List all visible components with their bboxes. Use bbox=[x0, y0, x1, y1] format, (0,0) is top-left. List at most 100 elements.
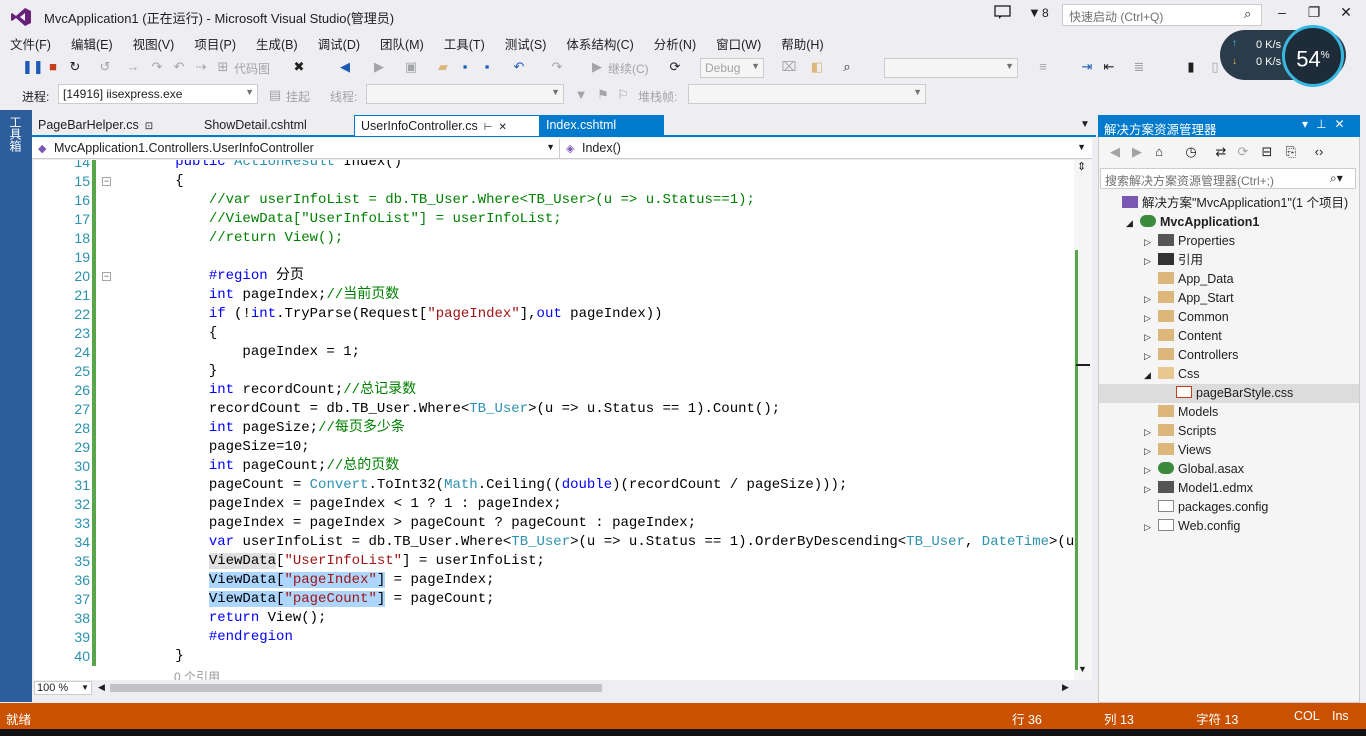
code-line[interactable]: 14 public ActionResult Index() bbox=[34, 160, 1074, 172]
collapse-region-icon[interactable]: − bbox=[102, 177, 111, 186]
tree-item[interactable]: App_Data bbox=[1144, 270, 1234, 289]
memory-usage-gauge[interactable]: 54% bbox=[1282, 25, 1344, 87]
step-out-icon[interactable]: ↶ bbox=[170, 58, 188, 76]
close-button[interactable]: ✕ bbox=[1334, 4, 1358, 24]
tree-item[interactable]: ◢ MvcApplication1 bbox=[1126, 213, 1259, 232]
hot-reload-icon[interactable]: ↺ bbox=[96, 58, 114, 76]
find-icon[interactable]: ⌕ bbox=[838, 58, 856, 76]
stop-icon[interactable]: ■ bbox=[44, 58, 62, 76]
scroll-left-icon[interactable]: ◀ bbox=[98, 682, 105, 693]
menu-analyze[interactable]: 分析(N) bbox=[644, 32, 706, 52]
step-into-icon[interactable]: → bbox=[124, 58, 142, 76]
code-map-icon[interactable]: ⊞ bbox=[214, 58, 232, 76]
continue-icon[interactable]: ▶ bbox=[588, 58, 606, 76]
code-line[interactable]: 17 //ViewData["UserInfoList"] = userInfo… bbox=[34, 210, 1074, 229]
tab-showdetail[interactable]: ShowDetail.cshtml bbox=[198, 115, 348, 136]
collapse-region-icon[interactable]: − bbox=[102, 272, 111, 281]
tree-item[interactable]: ▷ Properties bbox=[1144, 232, 1235, 251]
open-file-icon[interactable]: ▰ bbox=[434, 58, 452, 76]
horizontal-scroll-thumb[interactable] bbox=[110, 684, 602, 692]
search-icon[interactable]: ⌕ bbox=[1244, 6, 1251, 22]
tree-item[interactable]: ▷ Scripts bbox=[1144, 422, 1216, 441]
stack-frame-select[interactable]: ▼ bbox=[688, 84, 926, 104]
code-line[interactable]: 24 pageIndex = 1; bbox=[34, 343, 1074, 362]
uncomment-icon[interactable]: ≣ bbox=[1130, 58, 1148, 76]
code-line[interactable]: 25 } bbox=[34, 362, 1074, 381]
code-line[interactable]: 22 if (!int.TryParse(Request["pageIndex"… bbox=[34, 305, 1074, 324]
flag-threads-icon[interactable]: ⚑ bbox=[594, 86, 612, 104]
navigate-back-icon[interactable]: ◀ bbox=[336, 58, 354, 76]
collapse-all-icon[interactable]: ⊟ bbox=[1258, 143, 1276, 161]
close-icon[interactable]: ✕ bbox=[498, 122, 506, 133]
feedback-flag-icon[interactable]: ▼ bbox=[1028, 5, 1041, 20]
code-line[interactable]: 40 } bbox=[34, 647, 1074, 666]
save-icon[interactable]: ▪ bbox=[456, 58, 474, 76]
scroll-right-icon[interactable]: ▶ bbox=[1062, 682, 1069, 693]
tree-item[interactable]: Models bbox=[1144, 403, 1218, 422]
code-line[interactable]: 27 recordCount = db.TB_User.Where<TB_Use… bbox=[34, 400, 1074, 419]
thread-select[interactable]: ▼ bbox=[366, 84, 564, 104]
code-line[interactable]: 16 //var userInfoList = db.TB_User.Where… bbox=[34, 191, 1074, 210]
code-line[interactable]: 19 bbox=[34, 248, 1074, 267]
code-line[interactable]: 29 pageSize=10; bbox=[34, 438, 1074, 457]
refresh-icon[interactable]: ⟳ bbox=[666, 58, 684, 76]
code-line[interactable]: 35 ViewData["UserInfoList"] = userInfoLi… bbox=[34, 552, 1074, 571]
suspend-label[interactable]: 挂起 bbox=[286, 88, 310, 105]
pause-icon[interactable]: ❚❚ bbox=[22, 58, 44, 76]
menu-window[interactable]: 窗口(W) bbox=[706, 32, 771, 52]
menu-architecture[interactable]: 体系结构(C) bbox=[556, 32, 643, 52]
tree-item[interactable]: ▷ Views bbox=[1144, 441, 1211, 460]
scroll-down-icon[interactable]: ▼ bbox=[1078, 664, 1087, 674]
expander-icon[interactable]: ◢ bbox=[1144, 366, 1158, 385]
toolbox-label[interactable]: 工具箱 bbox=[8, 116, 24, 152]
code-line[interactable]: 38 return View(); bbox=[34, 609, 1074, 628]
code-editor[interactable]: 14 public ActionResult Index() 15 {−16 //… bbox=[34, 160, 1074, 680]
menu-project[interactable]: 项目(P) bbox=[184, 32, 246, 52]
member-dropdown[interactable]: ◈ Index() ▼ bbox=[562, 139, 1090, 158]
expander-icon[interactable]: ▷ bbox=[1144, 252, 1158, 271]
menu-test[interactable]: 测试(S) bbox=[495, 32, 557, 52]
close-icon[interactable]: ✕ bbox=[1334, 117, 1352, 131]
tree-item[interactable]: ▷ Web.config bbox=[1144, 517, 1240, 536]
sync-icon[interactable]: ⇄ bbox=[1212, 143, 1230, 161]
indent-icon[interactable]: ⇥ bbox=[1078, 58, 1096, 76]
expander-icon[interactable]: ▷ bbox=[1144, 442, 1158, 461]
navigate-forward-icon[interactable]: ▶ bbox=[370, 58, 388, 76]
tree-item[interactable]: 解决方案"MvcApplication1"(1 个项目) bbox=[1108, 194, 1348, 213]
tree-item[interactable]: packages.config bbox=[1144, 498, 1268, 517]
restart-icon[interactable]: ↻ bbox=[66, 58, 84, 76]
tree-item[interactable]: ▷ Content bbox=[1144, 327, 1222, 346]
expander-icon[interactable]: ▷ bbox=[1144, 328, 1158, 347]
code-line[interactable]: 15 { bbox=[34, 172, 1074, 191]
split-icon[interactable]: ⇕ bbox=[1077, 160, 1086, 173]
tree-item[interactable]: ▷ Global.asax bbox=[1144, 460, 1244, 479]
home-icon[interactable]: ⌂ bbox=[1150, 143, 1168, 161]
expander-icon[interactable]: ▷ bbox=[1144, 290, 1158, 309]
code-line[interactable]: 36 ViewData["pageIndex"] = pageIndex; bbox=[34, 571, 1074, 590]
expander-icon[interactable]: ▷ bbox=[1144, 423, 1158, 442]
process-select[interactable]: [14916] iisexpress.exe ▼ bbox=[58, 84, 258, 104]
menu-help[interactable]: 帮助(H) bbox=[771, 32, 833, 52]
codelens-references[interactable]: 0 个引用 bbox=[174, 668, 220, 680]
continue-label[interactable]: 继续(C) bbox=[608, 60, 649, 77]
expander-icon[interactable]: ▷ bbox=[1144, 347, 1158, 366]
code-view-icon[interactable]: ‹› bbox=[1310, 143, 1328, 161]
expander-icon[interactable]: ▷ bbox=[1144, 461, 1158, 480]
expander-icon[interactable]: ▷ bbox=[1144, 309, 1158, 328]
code-line[interactable]: 23 { bbox=[34, 324, 1074, 343]
minimize-button[interactable]: – bbox=[1270, 4, 1294, 24]
redo-icon[interactable]: ↷ bbox=[548, 58, 566, 76]
show-flagged-icon[interactable]: ⚐ bbox=[614, 86, 632, 104]
class-dropdown[interactable]: ◆ MvcApplication1.Controllers.UserInfoCon… bbox=[34, 139, 560, 158]
tree-item[interactable]: ▷ Common bbox=[1144, 308, 1229, 327]
save-all-icon[interactable]: ▪ bbox=[478, 58, 496, 76]
expander-icon[interactable]: ◢ bbox=[1126, 214, 1140, 233]
suspend-icon[interactable]: ▤ bbox=[266, 86, 284, 104]
tab-userinfocontroller[interactable]: UserInfoController.cs ⊢ ✕ bbox=[354, 115, 540, 136]
attach-icon[interactable]: ⌧ bbox=[780, 58, 798, 76]
tree-item[interactable]: pageBarStyle.css bbox=[1162, 384, 1293, 403]
tree-item[interactable]: ▷ Controllers bbox=[1144, 346, 1238, 365]
notification-icon[interactable] bbox=[994, 5, 1012, 19]
code-line[interactable]: 28 int pageSize;//每页多少条 bbox=[34, 419, 1074, 438]
history-icon[interactable]: ◷ bbox=[1182, 143, 1200, 161]
